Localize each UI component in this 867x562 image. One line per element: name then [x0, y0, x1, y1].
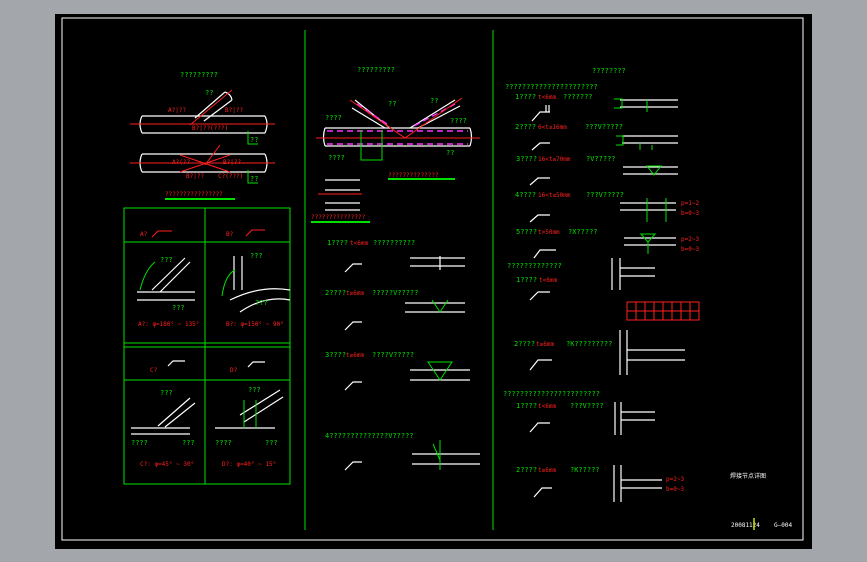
- drawing-title: 焊接节点详图: [730, 472, 766, 480]
- cell-range: A?: φ=180° ~ 135°: [138, 321, 199, 328]
- row-num: 1????: [515, 93, 536, 101]
- drawing-date: 20081124: [731, 522, 760, 529]
- label: ??: [250, 136, 258, 144]
- row-spec: t≥6mm: [346, 290, 364, 297]
- middle-title: ?????????: [357, 66, 395, 74]
- cell-label: ???: [182, 439, 195, 447]
- row-num: 4????: [515, 191, 536, 199]
- label: A?|??: [168, 107, 186, 114]
- label: B?|??: [186, 173, 204, 180]
- cell-label: ???: [250, 252, 263, 260]
- label: ??: [446, 149, 454, 157]
- label: ??: [205, 89, 213, 97]
- note: b=0~3: [681, 246, 699, 253]
- row-type: ?K?????????: [566, 340, 612, 348]
- caption: ????????????????: [165, 191, 223, 198]
- label: ????: [325, 114, 342, 122]
- label: ??: [430, 97, 438, 105]
- row-num: 1????: [327, 239, 348, 247]
- section-heading: ?????????????: [507, 262, 562, 270]
- row-spec: t<6mm: [538, 403, 556, 410]
- cell-range: C?: φ=45° ~ 30°: [140, 461, 194, 468]
- row-type: ???V?????: [586, 191, 624, 199]
- row-spec: t≥6mm: [536, 341, 554, 348]
- row-num: 2????: [514, 340, 535, 348]
- row-num: 1????: [516, 402, 537, 410]
- section-heading: ??????????????????????: [505, 83, 598, 91]
- caption: ??????????????: [388, 172, 439, 179]
- cell-label: ???: [172, 304, 185, 312]
- note: b=0~3: [666, 486, 684, 493]
- row-type: ?X?????: [568, 228, 598, 236]
- row-type: ?K?????: [570, 466, 600, 474]
- row-spec: 16<t≤50mm: [538, 192, 571, 199]
- row-type: ??????????: [373, 239, 415, 247]
- row-num: 3????: [325, 351, 346, 359]
- row-spec: t≥6mm: [538, 467, 556, 474]
- left-title: ?????????: [180, 71, 218, 79]
- row-spec: 6<t≤16mm: [538, 124, 567, 131]
- label: A?(??: [172, 159, 190, 166]
- cell-id: A?: [140, 231, 148, 238]
- label: ????: [328, 154, 345, 162]
- label: B?|??(???): [192, 125, 228, 132]
- cell-label: ????: [131, 439, 148, 447]
- cell-label: ???: [265, 439, 278, 447]
- row-spec: t≥6mm: [346, 352, 364, 359]
- section-heading: ???????????????????????: [503, 390, 600, 398]
- cell-id: C?: [150, 367, 158, 374]
- row-type: ???V????: [570, 402, 604, 410]
- row-type: ?V?????: [586, 155, 616, 163]
- row-type: ????V?????: [372, 351, 414, 359]
- row-type: ???????: [563, 93, 593, 101]
- row-num: 2????: [325, 289, 346, 297]
- cell-label: ???: [160, 256, 173, 264]
- row-num: 3????: [516, 155, 537, 163]
- note: b=0~3: [681, 210, 699, 217]
- row-spec: t<6mm: [350, 240, 368, 247]
- row-num: 5????: [516, 228, 537, 236]
- sheet: [55, 14, 812, 549]
- note: p=2~3: [681, 236, 699, 243]
- row-type: ?????V?????: [372, 289, 418, 297]
- label: C?(???): [218, 173, 243, 180]
- sheet-number: G—004: [774, 522, 792, 529]
- cell-id: D?: [230, 367, 238, 374]
- cad-drawing: ????????? ?? A?|?? B?|?? B?|??(???) ?? A…: [55, 14, 812, 549]
- cell-label: ???: [255, 299, 268, 307]
- row-spec: t<6mm: [539, 277, 557, 284]
- label: B?|??: [223, 159, 241, 166]
- right-title: ????????: [592, 67, 626, 75]
- caption: ???????????????: [311, 214, 366, 221]
- row-num: 4??????????????V?????: [325, 432, 414, 440]
- cell-label: ???: [248, 386, 261, 394]
- label: ??: [250, 175, 258, 183]
- row-spec: t<6mm: [538, 94, 556, 101]
- cell-range: B?: φ=150° ~ 90°: [226, 321, 284, 328]
- row-num: 2????: [515, 123, 536, 131]
- cell-range: D?: φ=40° ~ 15°: [222, 461, 276, 468]
- row-spec: 16<t≤70mm: [538, 156, 571, 163]
- cell-id: B?: [226, 231, 234, 238]
- note: p=1~2: [681, 200, 699, 207]
- cell-label: ????: [215, 439, 232, 447]
- row-num: 1????: [516, 276, 537, 284]
- label: ????: [450, 117, 467, 125]
- row-spec: t>50mm: [538, 229, 560, 236]
- label: B?|??: [225, 107, 243, 114]
- label: ??: [388, 100, 396, 108]
- cell-label: ???: [160, 389, 173, 397]
- note: p=2~3: [666, 476, 684, 483]
- row-num: 2????: [516, 466, 537, 474]
- row-type: ???V?????: [585, 123, 623, 131]
